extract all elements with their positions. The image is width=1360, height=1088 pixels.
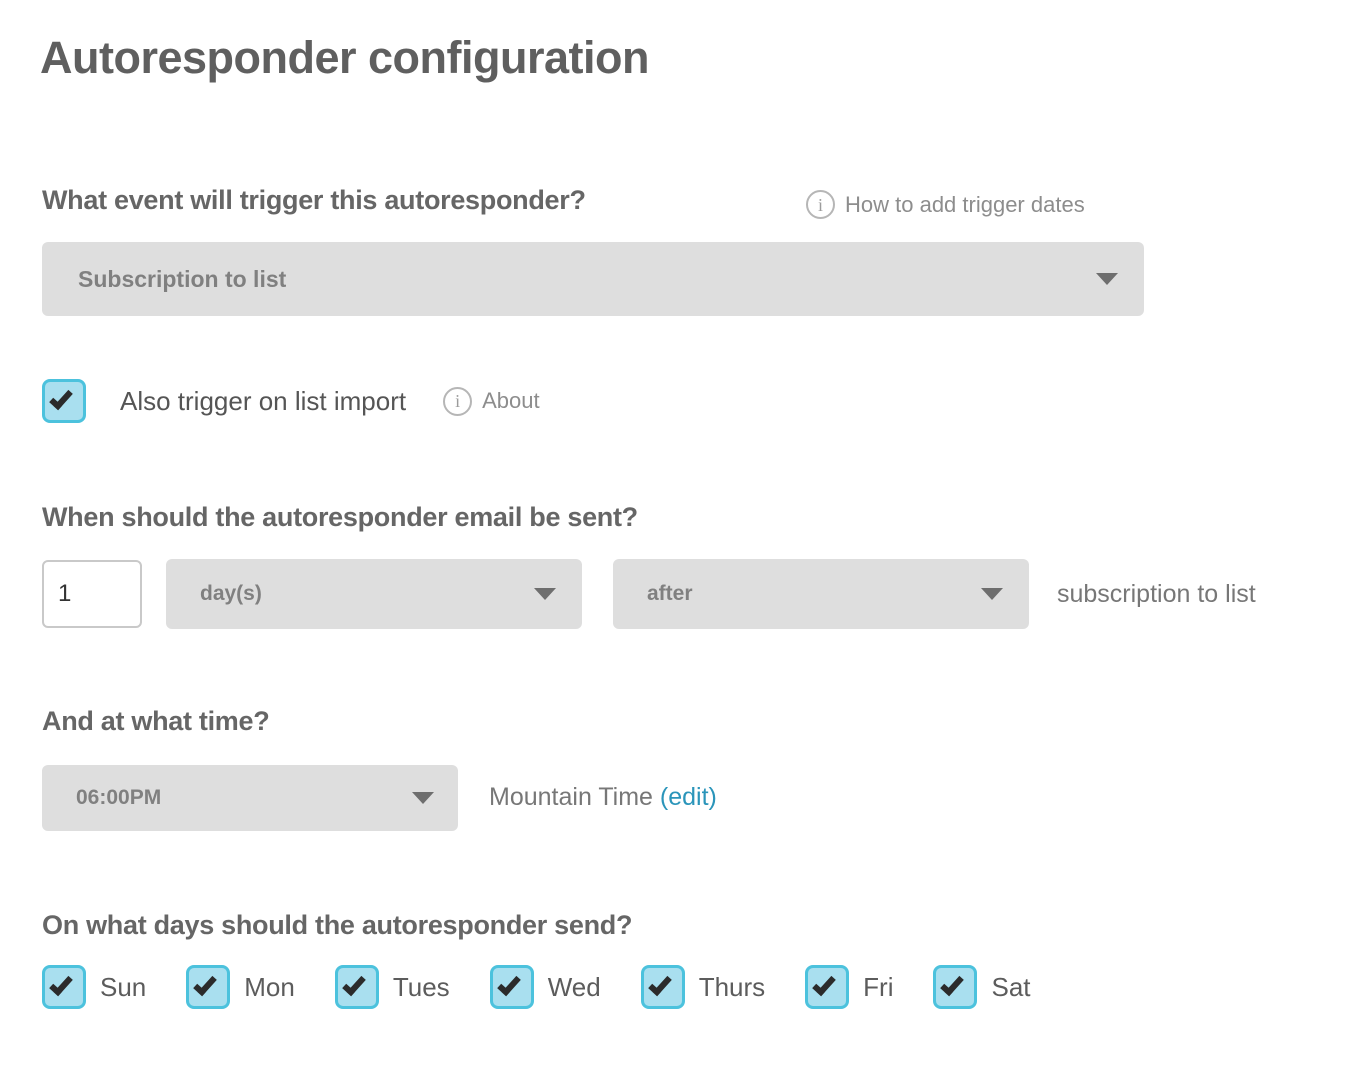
trigger-on-import-label: Also trigger on list import [120, 385, 407, 416]
day-item: Tues [334, 965, 450, 1009]
day-checkbox-tues[interactable] [334, 965, 379, 1009]
chevron-down-icon [981, 588, 1003, 600]
info-circle-icon [443, 386, 473, 416]
time-section-heading: And at what time? [42, 706, 270, 736]
trigger-on-import-row: Also trigger on list import About [42, 379, 540, 423]
day-item: Sun [42, 965, 146, 1009]
send-delay-unit-select[interactable]: day(s) [166, 559, 582, 629]
day-checkbox-sat[interactable] [933, 965, 978, 1009]
day-item: Sat [933, 965, 1031, 1009]
days-checkbox-row: Sun Mon Tues Wed Thurs Fri Sat [42, 965, 1031, 1009]
page-title: Autoresponder configuration [40, 32, 650, 83]
send-time-value: 06:00PM [76, 786, 162, 809]
chevron-down-icon [412, 792, 434, 804]
day-label: Thurs [698, 971, 766, 1002]
day-checkbox-sun[interactable] [42, 965, 86, 1009]
chevron-down-icon [1096, 273, 1118, 285]
chevron-down-icon [534, 588, 556, 600]
day-checkbox-mon[interactable] [186, 965, 231, 1009]
send-delay-relation-select[interactable]: after [613, 559, 1029, 629]
send-delay-unit-value: day(s) [200, 582, 262, 605]
day-checkbox-fri[interactable] [805, 965, 850, 1009]
info-circle-icon [806, 190, 835, 219]
timezone-row: Mountain Time (edit) [489, 783, 717, 812]
day-label: Wed [547, 971, 601, 1002]
day-item: Thurs [640, 965, 766, 1009]
send-delay-trailing-text: subscription to list [1057, 580, 1256, 608]
days-section-heading: On what days should the autoresponder se… [42, 910, 633, 940]
import-about-link-label: About [482, 388, 540, 413]
trigger-on-import-checkbox[interactable] [42, 379, 86, 423]
trigger-event-select-value: Subscription to list [78, 265, 287, 292]
send-time-select[interactable]: 06:00PM [42, 765, 458, 831]
day-item: Wed [489, 965, 601, 1009]
timing-section-heading: When should the autoresponder email be s… [42, 502, 638, 532]
trigger-help-link-label: How to add trigger dates [845, 191, 1085, 217]
day-label: Tues [392, 971, 450, 1002]
timezone-edit-link[interactable]: (edit) [660, 783, 717, 811]
day-label: Mon [244, 971, 295, 1002]
day-checkbox-wed[interactable] [489, 965, 534, 1009]
day-label: Fri [863, 971, 894, 1002]
trigger-section-heading: What event will trigger this autorespond… [42, 185, 586, 215]
timezone-label: Mountain Time [489, 783, 653, 811]
trigger-help-link[interactable]: How to add trigger dates [806, 190, 1085, 219]
day-label: Sun [100, 971, 147, 1002]
day-checkbox-thurs[interactable] [640, 965, 685, 1009]
send-delay-amount-input[interactable] [42, 560, 142, 628]
send-delay-relation-value: after [647, 582, 693, 605]
import-about-link[interactable]: About [443, 386, 540, 416]
day-item: Fri [805, 965, 893, 1009]
day-item: Mon [186, 965, 295, 1009]
trigger-event-select[interactable]: Subscription to list [42, 242, 1144, 316]
autoresponder-configuration-page: Autoresponder configuration What event w… [0, 0, 1360, 1088]
day-label: Sat [991, 971, 1031, 1002]
